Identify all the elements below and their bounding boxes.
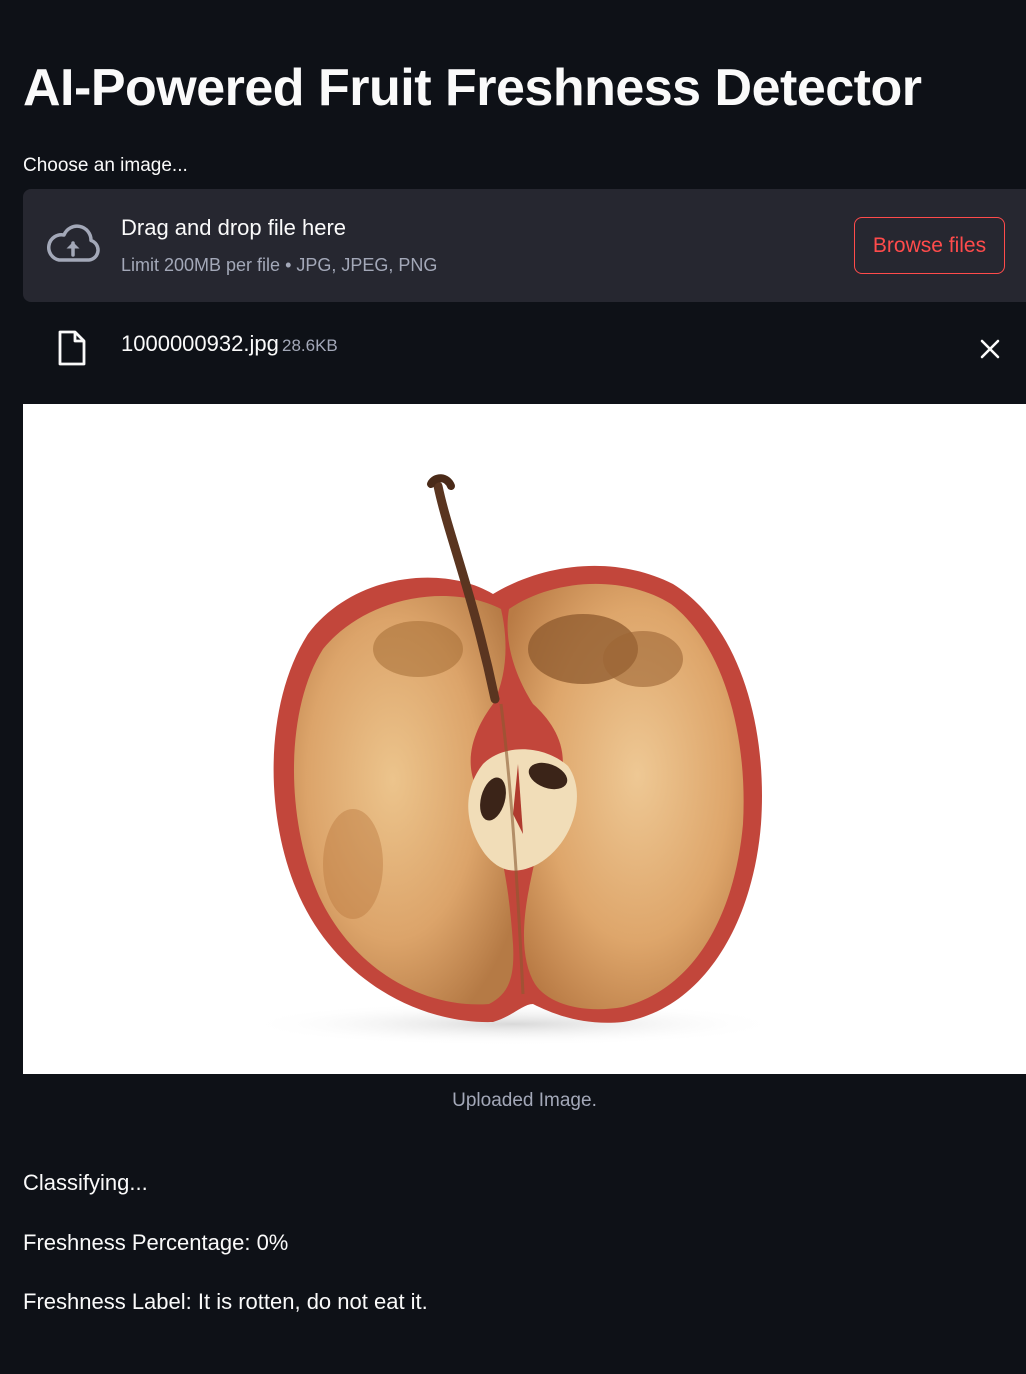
uploaded-image (23, 404, 1026, 1074)
close-icon[interactable] (977, 336, 1003, 362)
page-title: AI-Powered Fruit Freshness Detector (23, 59, 922, 117)
uploaded-file-row: 1000000932.jpg 28.6KB (23, 318, 1026, 376)
rotten-apple-image (243, 474, 783, 1046)
uploader-label: Choose an image... (23, 155, 188, 176)
classifying-status: Classifying... (23, 1170, 148, 1195)
dropzone-limits: Limit 200MB per file • JPG, JPEG, PNG (121, 255, 438, 275)
freshness-label: Freshness Label: It is rotten, do not ea… (23, 1289, 428, 1314)
image-caption: Uploaded Image. (452, 1090, 597, 1111)
file-dropzone[interactable]: Drag and drop file here Limit 200MB per … (23, 189, 1026, 302)
file-size: 28.6KB (282, 336, 338, 355)
browse-files-button[interactable]: Browse files (854, 217, 1005, 274)
freshness-percentage: Freshness Percentage: 0% (23, 1230, 289, 1255)
file-icon (58, 330, 86, 366)
file-name: 1000000932.jpg (121, 331, 279, 356)
cloud-upload-icon (47, 224, 100, 262)
dropzone-title: Drag and drop file here (121, 215, 347, 240)
